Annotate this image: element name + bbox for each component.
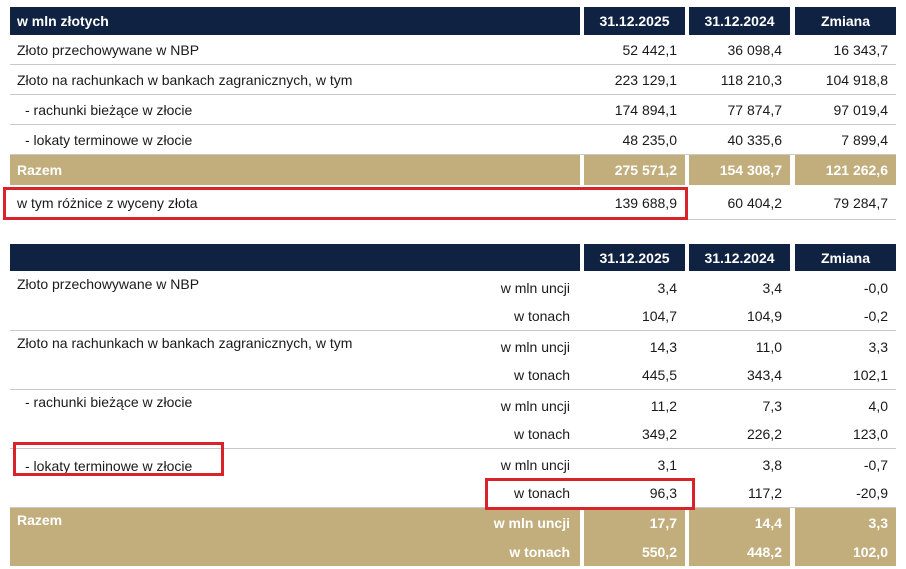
value-change: 104 918,8 — [825, 71, 888, 88]
table-row: w tonach 104,7 104,9 -0,2 — [10, 302, 896, 331]
value-2025: 139 688,9 — [614, 195, 677, 211]
table1-header-change: Zmiana — [795, 7, 896, 35]
table1-header-2024: 31.12.2024 — [689, 7, 790, 35]
unit-label: w tonach — [513, 426, 570, 442]
table-row: w mln uncji 3,4 3,4 -0,0 — [10, 273, 896, 302]
gold-value-table-pln: w mln złotych 31.12.2025 31.12.2024 Zmia… — [3, 7, 896, 222]
table-row: w tonach 349,2 226,2 123,0 — [10, 420, 896, 449]
value-change: -20,9 — [856, 485, 888, 501]
value-2024: 226,2 — [746, 426, 782, 442]
table1-unit-header: w mln złotych — [10, 7, 580, 35]
value-2024: 3,4 — [762, 279, 782, 296]
total-2024: 14,4 — [689, 508, 790, 537]
unit-label: w mln uncji — [500, 456, 570, 473]
value-change: 16 343,7 — [833, 41, 889, 58]
table2-total-row: w tonach 550,2 448,2 102,0 — [10, 537, 896, 566]
total-2025: 17,7 — [584, 508, 685, 537]
value-change: 4,0 — [868, 397, 888, 414]
value-2025: 96,3 — [649, 485, 677, 501]
table2-header-2025: 31.12.2025 — [584, 244, 685, 271]
table-row: w tonach 445,5 343,4 102,1 — [10, 361, 896, 390]
value-2025: 48 235,0 — [622, 131, 678, 148]
total-2024: 448,2 — [689, 537, 790, 566]
unit-label: w mln uncji — [500, 397, 570, 414]
total-2025: 275 571,2 — [584, 155, 685, 185]
table1-valuation-row: w tym różnice z wyceny złota 139 688,9 6… — [10, 187, 896, 220]
table-row: w mln uncji 3,1 3,8 -0,7 — [10, 450, 896, 479]
row-label: - lokaty terminowe w złocie — [25, 131, 193, 148]
value-change: -0,7 — [863, 456, 888, 473]
value-2024: 3,8 — [762, 456, 782, 473]
value-2024: 343,4 — [746, 367, 782, 383]
value-change: 7 899,4 — [841, 131, 888, 148]
value-change: 97 019,4 — [833, 101, 889, 118]
row-label: - rachunki bieżące w złocie — [25, 101, 193, 118]
value-2024: 7,3 — [762, 397, 782, 414]
table2-header-2024: 31.12.2024 — [689, 244, 790, 271]
value-2024: 60 404,2 — [727, 195, 783, 211]
total-change: 3,3 — [795, 508, 896, 537]
row-label: Złoto na rachunkach w bankach zagraniczn… — [17, 71, 353, 88]
value-2025: 14,3 — [649, 338, 677, 355]
value-2025: 174 894,1 — [614, 101, 677, 118]
value-change: 123,0 — [852, 426, 888, 442]
value-2025: 349,2 — [641, 426, 677, 442]
gold-volume-table: 31.12.2025 31.12.2024 Zmiana Złoto przec… — [10, 244, 896, 566]
total-change: 121 262,6 — [795, 155, 896, 185]
value-change: 79 284,7 — [833, 195, 889, 211]
value-change: 3,3 — [868, 338, 888, 355]
table-row: - rachunki bieżące w złocie 174 894,1 77… — [10, 95, 896, 125]
value-change: -0,0 — [863, 279, 888, 296]
value-2025: 104,7 — [641, 308, 677, 324]
table-row: Złoto na rachunkach w bankach zagraniczn… — [10, 65, 896, 95]
unit-label: w mln uncji — [500, 338, 570, 355]
total-label: Razem — [10, 155, 580, 185]
unit-label: w mln uncji — [493, 514, 570, 531]
row-label: w tym różnice z wyceny złota — [17, 195, 198, 211]
value-2024: 11,0 — [755, 338, 782, 355]
row-label: Złoto przechowywane w NBP — [17, 41, 200, 58]
table2-unit-header — [10, 244, 580, 271]
table2-header-row: 31.12.2025 31.12.2024 Zmiana — [10, 244, 896, 271]
value-2024: 77 874,7 — [727, 101, 783, 118]
unit-label: w mln uncji — [500, 279, 570, 296]
value-2024: 118 210,3 — [720, 71, 782, 88]
table1-header-2025: 31.12.2025 — [584, 7, 685, 35]
unit-label: w tonach — [513, 485, 570, 501]
table-row: - lokaty terminowe w złocie 48 235,0 40 … — [10, 125, 896, 155]
table-row: w mln uncji 11,2 7,3 4,0 — [10, 391, 896, 420]
total-2024: 154 308,7 — [689, 155, 790, 185]
value-2025: 52 442,1 — [622, 41, 678, 58]
value-2024: 36 098,4 — [727, 41, 783, 58]
table-row: w mln uncji 14,3 11,0 3,3 — [10, 332, 896, 361]
total-2025: 550,2 — [584, 537, 685, 566]
table2-header-change: Zmiana — [795, 244, 896, 271]
table1-header-row: w mln złotych 31.12.2025 31.12.2024 Zmia… — [10, 7, 896, 35]
value-2025: 11,2 — [650, 397, 677, 414]
value-change: -0,2 — [863, 308, 888, 324]
table2-total-row: Razem w mln uncji 17,7 14,4 3,3 — [10, 508, 896, 537]
unit-label: w tonach — [509, 543, 570, 560]
value-change: 102,1 — [852, 367, 888, 383]
unit-label: w tonach — [513, 367, 570, 383]
table-row: Złoto przechowywane w NBP 52 442,1 36 09… — [10, 35, 896, 65]
value-2024: 104,9 — [746, 308, 782, 324]
value-2025: 3,1 — [657, 456, 677, 473]
value-2024: 40 335,6 — [727, 131, 783, 148]
table-row: w tonach 96,3 117,2 -20,9 — [10, 479, 896, 508]
value-2025: 3,4 — [657, 279, 677, 296]
value-2025: 223 129,1 — [614, 71, 677, 88]
value-2024: 117,2 — [748, 485, 782, 501]
total-change: 102,0 — [795, 537, 896, 566]
table1-total-row: Razem 275 571,2 154 308,7 121 262,6 — [10, 155, 896, 185]
unit-label: w tonach — [513, 308, 570, 324]
value-2025: 445,5 — [641, 367, 677, 383]
